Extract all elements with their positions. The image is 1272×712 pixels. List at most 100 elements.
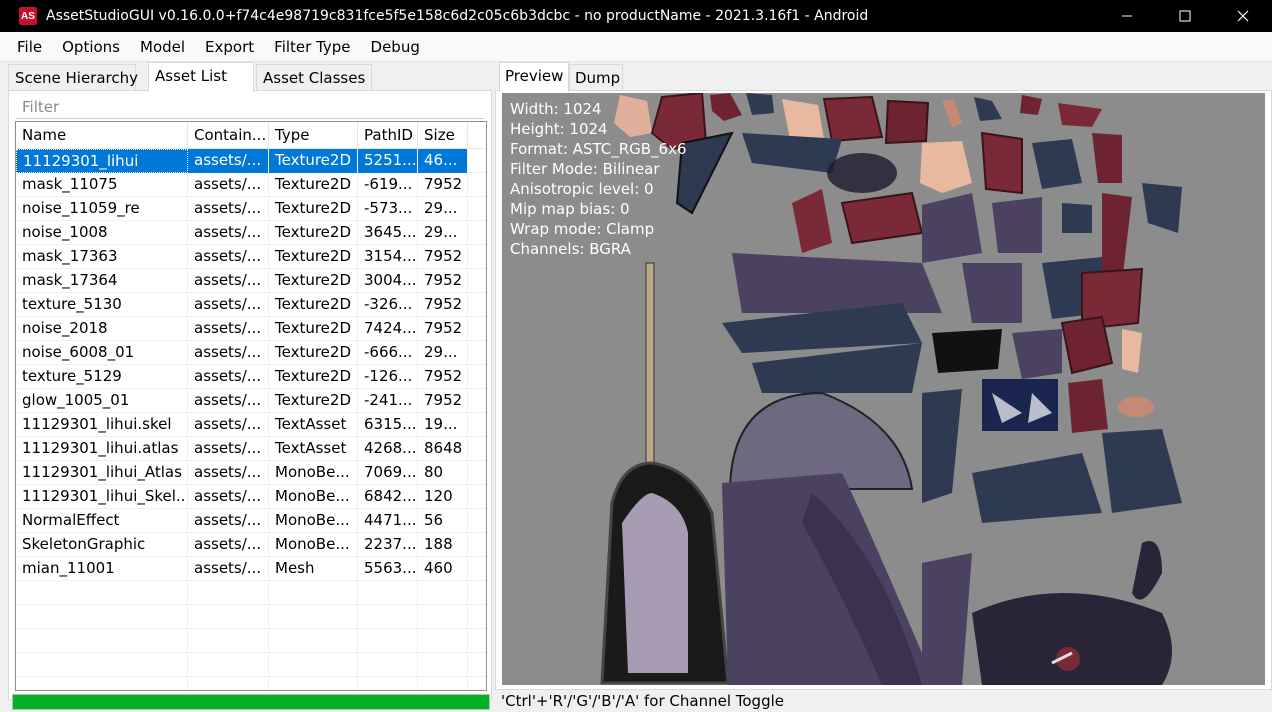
table-row[interactable]: noise_11059_re assets/... Texture2D -573...… (16, 197, 486, 221)
cell-pathid: -126... (358, 365, 418, 389)
cell-type: TextAsset (269, 413, 358, 437)
cell-type: Texture2D (269, 197, 358, 221)
table-row[interactable]: 11129301_lihui.atlas assets/... TextAsset 4… (16, 437, 486, 461)
menu-export[interactable]: Export (205, 38, 254, 56)
column-header-name[interactable]: Name (16, 122, 188, 149)
cell-type: Texture2D (269, 269, 358, 293)
cell-size: 29... (418, 221, 468, 245)
column-header-size[interactable]: Size (418, 122, 468, 149)
table-row[interactable]: NormalEffect assets/... MonoBe... 4471... 56 (16, 509, 486, 533)
empty-cell (188, 653, 269, 677)
cell-container: assets/... (188, 245, 269, 269)
table-row[interactable]: noise_1008 assets/... Texture2D 3645... 29..… (16, 221, 486, 245)
cell-size: 7952 (418, 293, 468, 317)
empty-cell (358, 581, 418, 605)
menu-debug[interactable]: Debug (371, 38, 420, 56)
maximize-button[interactable] (1156, 0, 1214, 32)
app-icon: AS (19, 7, 37, 25)
empty-cell (358, 653, 418, 677)
table-row[interactable]: glow_1005_01 assets/... Texture2D -241... 79… (16, 389, 486, 413)
progress-fill (13, 695, 489, 709)
cell-container: assets/... (188, 413, 269, 437)
table-row[interactable]: mask_11075 assets/... Texture2D -619... 7952 (16, 173, 486, 197)
empty-cell (269, 629, 358, 653)
menu-filter-type[interactable]: Filter Type (274, 38, 350, 56)
cell-type: Texture2D (269, 341, 358, 365)
table-row[interactable]: noise_2018 assets/... Texture2D 7424... 7952 (16, 317, 486, 341)
empty-cell (269, 605, 358, 629)
empty-cell (269, 581, 358, 605)
table-row[interactable]: 11129301_lihui.skel assets/... TextAsset 63… (16, 413, 486, 437)
menu-file[interactable]: File (17, 38, 42, 56)
empty-cell (16, 653, 188, 677)
asset-list-view[interactable]: Name Contain... Type PathID Size 1112930… (15, 121, 487, 691)
cell-container: assets/... (188, 317, 269, 341)
cell-type: Texture2D (269, 221, 358, 245)
cell-container: assets/... (188, 341, 269, 365)
cell-name: 11129301_lihui (16, 149, 188, 173)
table-row[interactable]: noise_6008_01 assets/... Texture2D -666... 2… (16, 341, 486, 365)
column-header-container[interactable]: Contain... (188, 122, 269, 149)
cell-container: assets/... (188, 389, 269, 413)
minimize-button[interactable] (1098, 0, 1156, 32)
cell-container: assets/... (188, 197, 269, 221)
cell-size: 7952 (418, 389, 468, 413)
info-mipmap-bias: Mip map bias: 0 (510, 200, 630, 218)
tab-asset-classes[interactable]: Asset Classes (256, 64, 372, 90)
title-bar: AS AssetStudioGUI v0.16.0.0+f74c4e98719c… (0, 0, 1272, 32)
table-row[interactable]: SkeletonGraphic assets/... MonoBe... 2237..… (16, 533, 486, 557)
tab-asset-list[interactable]: Asset List (148, 62, 254, 92)
cell-name: 11129301_lihui_Skel... (16, 485, 188, 509)
column-header-type[interactable]: Type (269, 122, 358, 149)
menu-options[interactable]: Options (62, 38, 120, 56)
tab-dump[interactable]: Dump (569, 64, 623, 90)
table-row[interactable]: 11129301_lihui_Skel... assets/... MonoBe..… (16, 485, 486, 509)
cell-pathid: 5251... (358, 149, 418, 173)
cell-pathid: 4268... (358, 437, 418, 461)
cell-size: 188 (418, 533, 468, 557)
table-row[interactable]: mask_17364 assets/... Texture2D 3004... 7952 (16, 269, 486, 293)
empty-cell (418, 581, 468, 605)
close-button[interactable] (1214, 0, 1272, 32)
table-row[interactable]: 11129301_lihui assets/... Texture2D 5251...… (16, 149, 486, 173)
cell-name: SkeletonGraphic (16, 533, 188, 557)
table-row[interactable]: 11129301_lihui_Atlas assets/... MonoBe... 7… (16, 461, 486, 485)
cell-size: 120 (418, 485, 468, 509)
cell-size: 7952 (418, 269, 468, 293)
cell-container: assets/... (188, 533, 269, 557)
filter-input[interactable]: Filter (15, 95, 485, 119)
cell-type: Texture2D (269, 173, 358, 197)
empty-cell (188, 677, 269, 690)
table-row[interactable]: mian_11001 assets/... Mesh 5563... 460 (16, 557, 486, 581)
table-row[interactable]: mask_17363 assets/... Texture2D 3154... 7952 (16, 245, 486, 269)
empty-cell (188, 605, 269, 629)
tab-preview[interactable]: Preview (499, 62, 569, 92)
cell-size: 7952 (418, 245, 468, 269)
empty-cell (16, 677, 188, 690)
table-row[interactable]: texture_5130 assets/... Texture2D -326... 79… (16, 293, 486, 317)
empty-cell (269, 653, 358, 677)
cell-pathid: 4471... (358, 509, 418, 533)
empty-row (16, 605, 486, 629)
info-width: Width: 1024 (510, 100, 602, 118)
cell-size: 56 (418, 509, 468, 533)
info-format: Format: ASTC_RGB_6x6 (510, 140, 687, 158)
cell-container: assets/... (188, 269, 269, 293)
tab-scene-hierarchy[interactable]: Scene Hierarchy (8, 64, 138, 90)
cell-name: texture_5130 (16, 293, 188, 317)
cell-name: glow_1005_01 (16, 389, 188, 413)
info-height: Height: 1024 (510, 120, 608, 138)
cell-pathid: -241... (358, 389, 418, 413)
menu-model[interactable]: Model (140, 38, 185, 56)
cell-name: mask_17364 (16, 269, 188, 293)
table-row[interactable]: texture_5129 assets/... Texture2D -126... 79… (16, 365, 486, 389)
cell-size: 7952 (418, 317, 468, 341)
cell-pathid: 2237... (358, 533, 418, 557)
preview-panel: Width: 1024 Height: 1024 Format: ASTC_RG… (495, 90, 1272, 690)
cell-type: Texture2D (269, 365, 358, 389)
list-header: Name Contain... Type PathID Size (16, 122, 486, 149)
texture-preview: Width: 1024 Height: 1024 Format: ASTC_RG… (502, 93, 1265, 685)
left-panel: Scene Hierarchy Asset List Asset Classes… (8, 62, 492, 712)
cell-pathid: 6315... (358, 413, 418, 437)
column-header-pathid[interactable]: PathID (358, 122, 418, 149)
